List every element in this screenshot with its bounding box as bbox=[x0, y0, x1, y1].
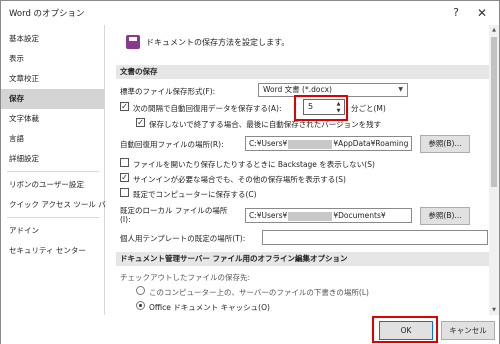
local-path-suffix: ¥Documents¥ bbox=[333, 211, 386, 220]
template-location-label: 個人用テンプレートの既定の場所(T): bbox=[120, 234, 246, 243]
browse-recover-button[interactable]: 参照(B)... bbox=[420, 135, 470, 153]
window-title: Word のオプション bbox=[9, 9, 85, 19]
sidebar-item-language[interactable]: 言語 bbox=[1, 129, 104, 149]
local-location-field[interactable]: C:¥Users¥ ¥Documents¥ bbox=[245, 208, 412, 223]
sidebar-item-general[interactable]: 基本設定 bbox=[1, 29, 104, 49]
local-location-label-line1: 既定のローカル ファイルの場所 bbox=[120, 206, 228, 215]
page-header: ドキュメントの保存方法を設定します。 bbox=[146, 38, 290, 47]
checkout-drafts-radio[interactable] bbox=[136, 286, 145, 295]
section-server-offline: ドキュメント管理サーバー ファイル用のオフライン編集オプション bbox=[116, 252, 492, 266]
sidebar-item-quick-access[interactable]: クイック アクセス ツール バー bbox=[1, 195, 113, 215]
backstage-checkbox[interactable] bbox=[120, 158, 129, 167]
autorecover-checkbox[interactable]: ✓ bbox=[120, 102, 129, 111]
recover-path-suffix: ¥AppData¥Roaming bbox=[333, 139, 409, 148]
save-format-value: Word 文書 (*.docx) bbox=[263, 85, 332, 94]
checkout-cache-label: Office ドキュメント キャッシュ(O) bbox=[149, 303, 270, 312]
section-save-documents: 文書の保存 bbox=[116, 65, 492, 79]
highlight-minutes bbox=[294, 95, 348, 121]
local-path-prefix: C:¥Users¥ bbox=[249, 211, 288, 220]
redacted-username bbox=[288, 211, 333, 221]
redacted-username bbox=[288, 139, 333, 149]
local-location-label-line2: (I): bbox=[120, 215, 131, 224]
dialog-footer: OK キャンセル bbox=[1, 315, 499, 344]
checkout-label: チェックアウトしたファイルの保存先: bbox=[120, 273, 251, 282]
sidebar-item-addins[interactable]: アドイン bbox=[1, 221, 104, 241]
save-to-computer-label: 既定でコンピューターに保存する(C) bbox=[133, 190, 257, 199]
format-label: 標準のファイル保存形式(F): bbox=[120, 87, 216, 96]
sidebar-item-typography[interactable]: 文字体裁 bbox=[1, 109, 104, 129]
recover-location-field[interactable]: C:¥Users¥ ¥AppData¥Roaming bbox=[245, 136, 412, 151]
options-content: ドキュメントの保存方法を設定します。 文書の保存 標準のファイル保存形式(F):… bbox=[106, 25, 499, 315]
sidebar-divider bbox=[7, 217, 99, 218]
save-document-icon bbox=[126, 35, 140, 49]
title-bar: Word のオプション ? ✕ bbox=[1, 1, 499, 25]
scroll-thumb[interactable] bbox=[491, 37, 497, 187]
autorecover-unit: 分ごと(M) bbox=[351, 104, 386, 113]
backstage-label: ファイルを開いたり保存したりするときに Backstage を表示しない(S) bbox=[133, 160, 375, 169]
sidebar-divider bbox=[7, 171, 99, 172]
highlight-ok bbox=[372, 316, 438, 343]
sidebar-item-customize-ribbon[interactable]: リボンのユーザー設定 bbox=[1, 175, 104, 195]
sidebar-item-display[interactable]: 表示 bbox=[1, 49, 104, 69]
autorecover-label: 次の間隔で自動回復用データを保存する(A): bbox=[133, 104, 282, 113]
signin-locations-label: サインインが必要な場合でも、その他の保存場所を表示する(S) bbox=[133, 175, 346, 184]
keep-last-version-label: 保存しないで終了する場合、最後に自動保存されたバージョンを残す bbox=[149, 120, 382, 129]
checkout-drafts-label: このコンピューター上の、サーバーのファイルの下書きの場所(L) bbox=[149, 288, 369, 297]
content-scrollbar[interactable]: ▲ ▼ bbox=[489, 25, 499, 315]
keep-last-version-checkbox[interactable]: ✓ bbox=[136, 118, 145, 127]
browse-local-button[interactable]: 参照(B)... bbox=[420, 207, 470, 225]
recover-path-prefix: C:¥Users¥ bbox=[249, 139, 288, 148]
word-options-window: Word のオプション ? ✕ 基本設定 表示 文章校正 保存 文字体裁 言語 … bbox=[0, 0, 500, 344]
options-sidebar: 基本設定 表示 文章校正 保存 文字体裁 言語 詳細設定 リボンのユーザー設定 … bbox=[1, 25, 113, 315]
scroll-down-icon[interactable]: ▼ bbox=[489, 305, 499, 315]
save-to-computer-checkbox[interactable] bbox=[120, 188, 129, 197]
template-location-field[interactable] bbox=[262, 230, 488, 245]
sidebar-item-proofing[interactable]: 文章校正 bbox=[1, 69, 104, 89]
close-icon[interactable]: ✕ bbox=[471, 3, 493, 23]
sidebar-item-advanced[interactable]: 詳細設定 bbox=[1, 149, 104, 169]
help-button[interactable]: ? bbox=[445, 3, 467, 23]
sidebar-item-save[interactable]: 保存 bbox=[1, 89, 104, 109]
cancel-button[interactable]: キャンセル bbox=[441, 321, 495, 340]
scroll-up-icon[interactable]: ▲ bbox=[489, 25, 499, 35]
recover-location-label: 自動回復用ファイルの場所(R): bbox=[120, 140, 224, 149]
signin-locations-checkbox[interactable]: ✓ bbox=[120, 173, 129, 182]
sidebar-item-trust-center[interactable]: セキュリティ センター bbox=[1, 241, 104, 261]
checkout-cache-radio[interactable] bbox=[136, 301, 145, 310]
chevron-down-icon: ▼ bbox=[398, 86, 403, 93]
